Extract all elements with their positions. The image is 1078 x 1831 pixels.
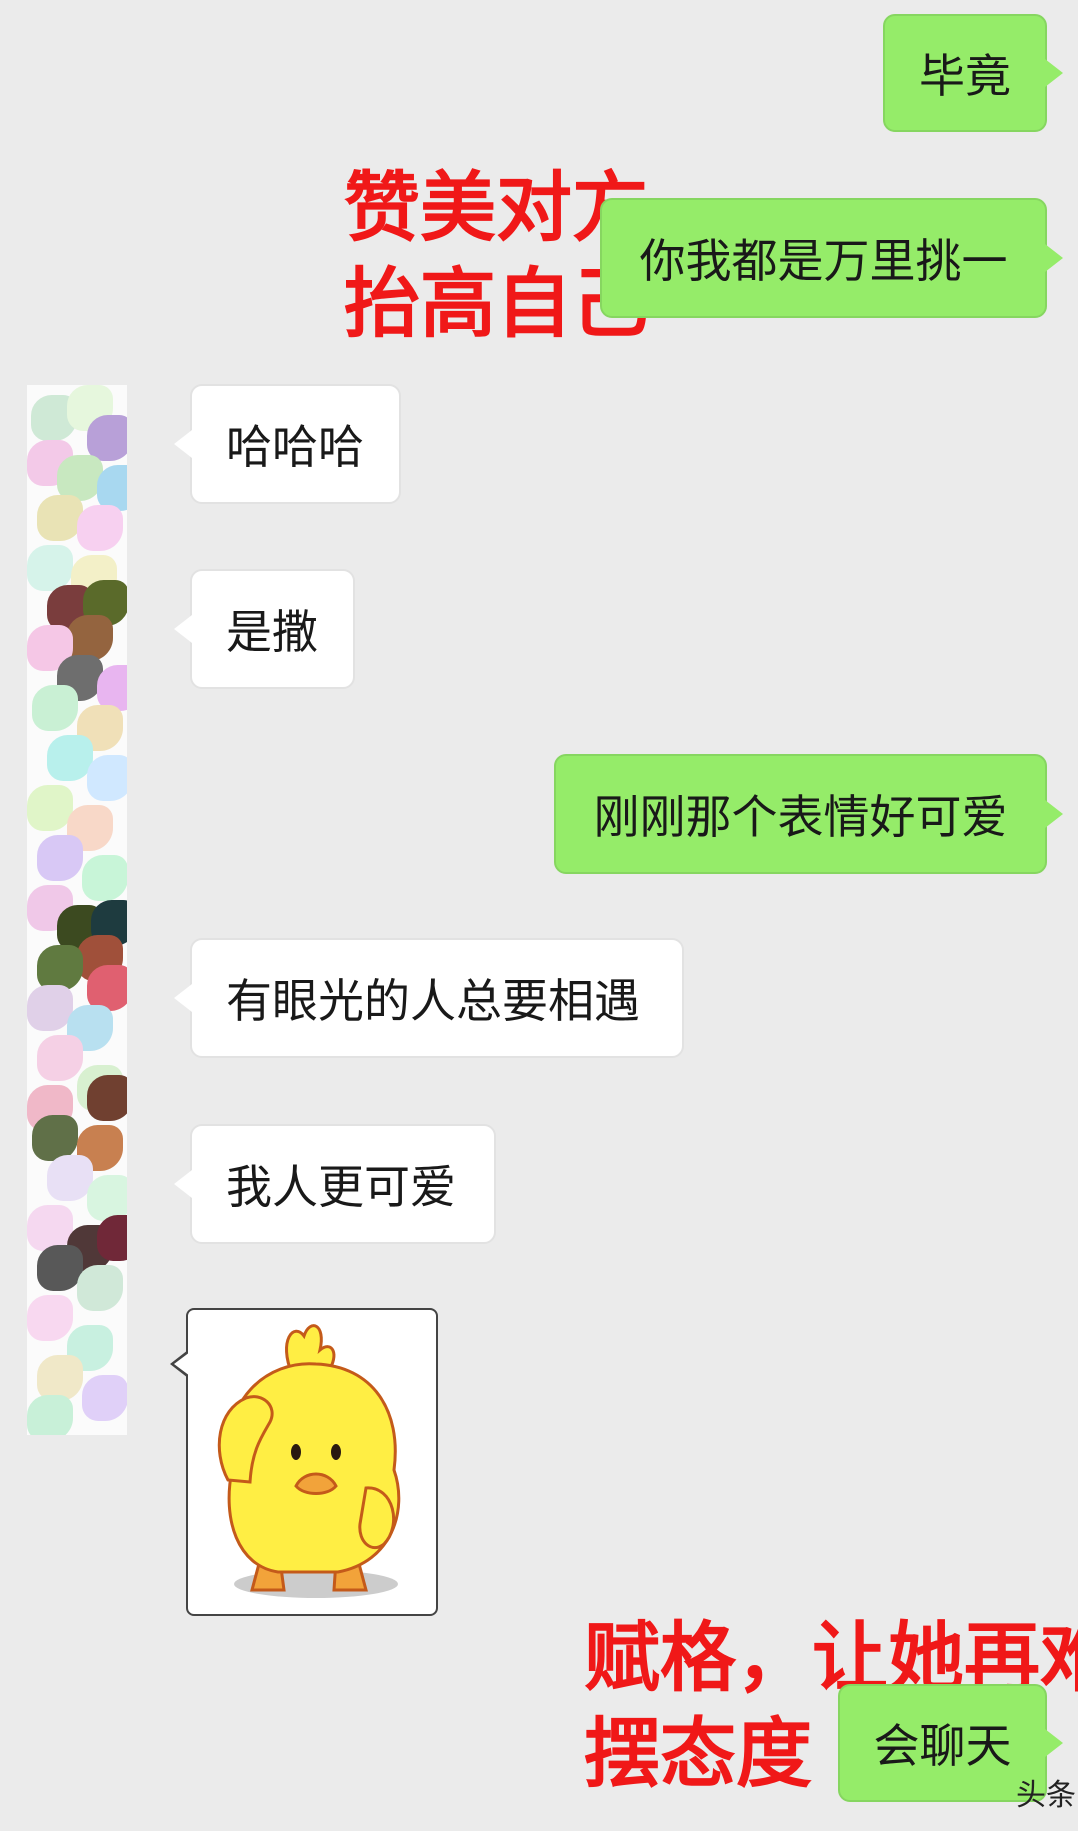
message-text: 是撒 — [226, 605, 318, 659]
message-text: 有眼光的人总要相遇 — [226, 974, 640, 1028]
message-text: 会聊天 — [873, 1719, 1012, 1773]
message-text: 毕竟 — [919, 49, 1011, 103]
message-bubble-incoming[interactable]: 哈哈哈 — [174, 384, 401, 504]
message-bubble-outgoing[interactable]: 你我都是万里挑一 — [600, 198, 1063, 318]
message-text: 你我都是万里挑一 — [639, 234, 1008, 288]
pixelated-avatar-strip — [27, 385, 127, 1435]
message-bubble-outgoing[interactable]: 毕竟 — [883, 14, 1063, 132]
message-text: 哈哈哈 — [226, 420, 364, 474]
message-text: 我人更可爱 — [226, 1160, 456, 1214]
message-text: 刚刚那个表情好可爱 — [593, 790, 1008, 844]
message-bubble-incoming[interactable]: 我人更可爱 — [174, 1124, 496, 1244]
message-bubble-incoming[interactable]: 是撒 — [174, 569, 355, 689]
watermark: 头条 — [1016, 1778, 1076, 1813]
sticker-message[interactable] — [170, 1308, 438, 1616]
message-bubble-incoming[interactable]: 有眼光的人总要相遇 — [174, 938, 684, 1058]
yellow-duck-sticker-icon — [217, 1324, 401, 1598]
message-bubble-outgoing[interactable]: 刚刚那个表情好可爱 — [554, 754, 1063, 874]
